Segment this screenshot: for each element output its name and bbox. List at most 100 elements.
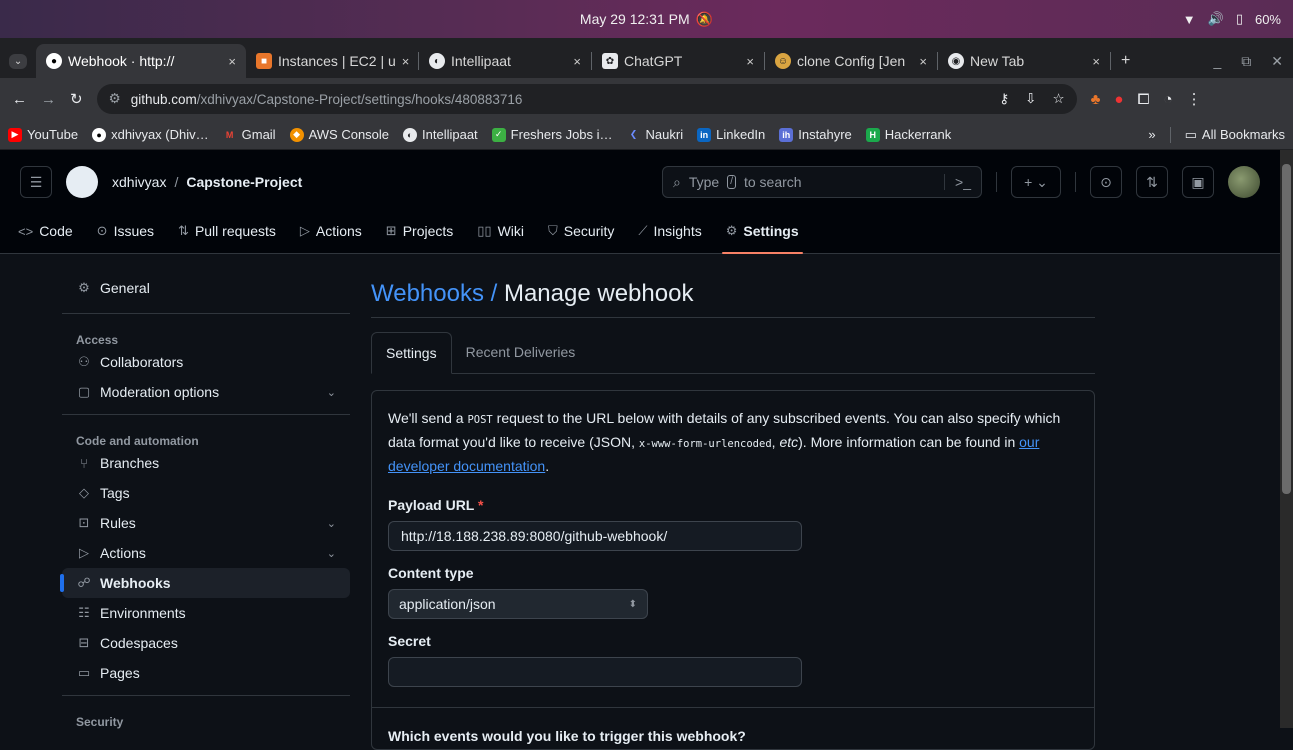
tab-security[interactable]: ⛉ Security [548,214,614,248]
os-clock[interactable]: May 29 12:31 PM 🔕 [580,11,713,28]
sidebar-item-webhooks[interactable]: ☍ Webhooks [60,568,350,598]
all-bookmarks[interactable]: ▭ All Bookmarks [1185,127,1285,143]
payload-url-input[interactable]: http://18.188.238.89:8080/github-webhook… [388,521,802,551]
tab-search-button[interactable]: ⌄ [0,44,36,78]
browser-tab-newtab[interactable]: ◉ New Tab × [938,44,1110,78]
close-icon[interactable]: × [402,54,410,69]
minimize-icon[interactable]: _ [1213,53,1221,69]
tab-webhook-settings[interactable]: Settings [371,332,452,374]
browser-tab-webhook[interactable]: ● Webhook · http:// × [36,44,246,78]
tab-recent-deliveries[interactable]: Recent Deliveries [452,331,590,373]
chevron-down-icon: ⌄ [326,517,336,530]
breadcrumb-webhooks-link[interactable]: Webhooks / [371,280,497,308]
bookmark-instahyre[interactable]: ih Instahyre [779,127,852,142]
back-icon[interactable]: ← [12,91,27,108]
browser-tab-jenkins[interactable]: ☺ clone Config [Jen × [765,44,937,78]
issue-icon: ⊙ [1100,173,1112,190]
extension-icon[interactable]: ♣ [1091,91,1101,108]
sidebar-item-codespaces[interactable]: ⊟ Codespaces [62,628,350,658]
browser-tab-intellipaat[interactable]: ◐ Intellipaat × [419,44,591,78]
close-window-icon[interactable]: ✕ [1271,53,1283,70]
reload-icon[interactable]: ↻ [70,90,83,108]
scrollbar-thumb[interactable] [1282,164,1291,494]
tab-wiki[interactable]: ▯▯ Wiki [477,214,524,248]
page-scrollbar[interactable] [1280,150,1293,728]
desc-etc: etc [779,434,799,450]
extension-icon[interactable]: ● [1114,91,1123,108]
sidebar-item-pages[interactable]: ▭ Pages [62,658,350,688]
content-type-select[interactable]: application/json ⬍ [388,589,648,619]
github-logo-icon[interactable] [66,166,98,198]
pull-request-icon: ⇅ [178,223,189,238]
bookmark-youtube[interactable]: ▶ YouTube [8,127,78,142]
search-input[interactable]: ⌕ Type / to search >_ [662,166,982,198]
star-icon[interactable]: ☆ [1052,91,1064,107]
sidebar-item-environments[interactable]: ☷ Environments [62,598,350,628]
close-icon[interactable]: × [573,54,581,69]
puzzle-icon[interactable]: ⧠ [1137,91,1149,108]
search-kbd-hint: / [727,175,736,189]
sidebar-item-rules[interactable]: ⊡ Rules ⌄ [62,508,350,538]
bookmark-github[interactable]: ● xdhivyax (Dhiv… [92,127,209,142]
menu-icon[interactable]: ⋮ [1187,90,1202,108]
tab-actions[interactable]: ▷ Actions [300,214,362,248]
sidebar-item-tags[interactable]: ◇ Tags [62,478,350,508]
tab-label: Actions [315,223,362,239]
hamburger-menu-button[interactable]: ☰ [20,166,52,198]
inbox-button[interactable]: ▣ [1182,166,1214,198]
create-new-button[interactable]: + ⌄ [1011,166,1061,198]
tab-projects[interactable]: ⊞ Projects [386,214,453,248]
bookmark-aws[interactable]: ◆ AWS Console [289,127,389,142]
browser-tab-ec2[interactable]: ■ Instances | EC2 | u × [246,44,418,78]
browser-icon: ▭ [77,665,91,680]
close-icon[interactable]: × [919,54,927,69]
bookmark-naukri[interactable]: ❮ Naukri [627,127,683,142]
new-tab-button[interactable]: + [1111,44,1141,78]
close-icon[interactable]: × [746,54,754,69]
tab-insights[interactable]: ⟋ Insights [638,214,701,248]
sidebar-item-label: Environments [100,605,186,621]
sidebar-item-moderation[interactable]: ▢ Moderation options ⌄ [62,377,350,407]
system-tray[interactable]: ▼ 🔊 ▯ 60% [1183,0,1281,38]
pull-requests-button[interactable]: ⇅ [1136,166,1168,198]
repo-name-link[interactable]: Capstone-Project [186,174,302,190]
command-palette-icon[interactable]: >_ [944,174,971,190]
bookmark-hackerrank[interactable]: H Hackerrank [865,127,951,142]
tab-code[interactable]: <> Code [18,214,73,248]
sidebar-item-branches[interactable]: ⑂ Branches [62,448,350,478]
close-icon[interactable]: × [228,54,236,69]
sidebar-item-label: Codespaces [100,635,178,651]
globe-icon: ◐ [403,127,418,142]
tab-settings[interactable]: ⚙ Settings [721,214,803,254]
browser-tab-chatgpt[interactable]: ✿ ChatGPT × [592,44,764,78]
comment-icon: ▢ [77,384,91,399]
sidebar-item-actions[interactable]: ▷ Actions ⌄ [62,538,350,568]
bookmark-linkedin[interactable]: in LinkedIn [697,127,765,142]
close-icon[interactable]: × [1092,54,1100,69]
bookmark-intellipaat[interactable]: ◐ Intellipaat [403,127,478,142]
desc-text: ). More information can be found in [798,434,1016,450]
site-info-icon[interactable]: ⚙ [109,91,121,107]
hackerrank-icon: H [865,127,880,142]
github-header: ☰ xdhivyax / Capstone-Project ⌕ Type / to … [0,150,1280,254]
restore-icon[interactable]: ⧉ [1241,53,1251,70]
address-bar[interactable]: ⚙ github.com/xdhivyax/Capstone-Project/s… [96,84,1077,114]
sidebar-item-collaborators[interactable]: ⚇ Collaborators [62,347,350,377]
bookmark-gmail[interactable]: M Gmail [223,127,276,142]
more-bookmarks[interactable]: » [1148,127,1155,142]
tab-pull-requests[interactable]: ⇅ Pull requests [178,214,276,248]
chrome-icon: ◉ [948,53,964,69]
forward-icon[interactable]: → [41,91,56,108]
avatar[interactable] [1228,166,1260,198]
breadcrumb-separator: / [174,174,179,190]
key-icon[interactable]: ⚷ [999,91,1009,107]
issues-button[interactable]: ⊙ [1090,166,1122,198]
repo-owner-link[interactable]: xdhivyax [112,174,166,190]
tab-issues[interactable]: ⊙ Issues [97,214,154,248]
bookmark-freshers[interactable]: ✓ Freshers Jobs i… [491,127,613,142]
play-icon: ▷ [79,545,89,560]
sidebar-item-general[interactable]: ⚙ General [62,270,350,306]
install-icon[interactable]: ⇩ [1025,91,1036,107]
secret-input[interactable] [388,657,802,687]
profile-icon[interactable]: ◔ [1164,91,1173,108]
